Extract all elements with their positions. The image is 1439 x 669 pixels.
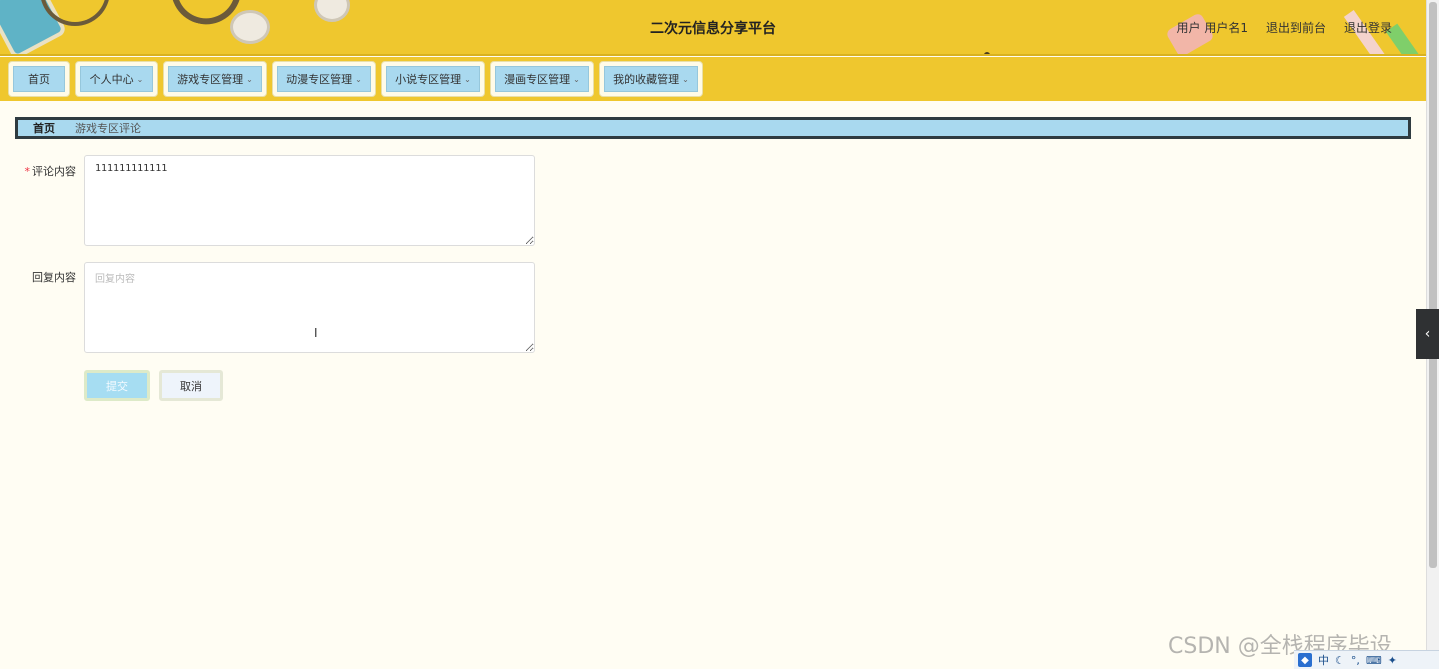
logout-link[interactable]: 退出登录 xyxy=(1344,19,1392,36)
nav-item-inner: 首页 xyxy=(13,66,65,92)
user-role-label: 用户 xyxy=(1176,21,1201,35)
chevron-left-icon[interactable]: ‹ xyxy=(1416,309,1439,359)
cancel-button[interactable]: 取消 xyxy=(159,370,223,401)
decorative-dot xyxy=(984,52,990,54)
back-to-front-link[interactable]: 退出到前台 xyxy=(1266,19,1326,36)
breadcrumb-current: 游戏专区评论 xyxy=(75,122,141,135)
chevron-down-icon: ⌄ xyxy=(464,74,471,84)
punctuation-icon[interactable]: °, xyxy=(1351,654,1360,667)
header-banner: 二次元信息分享平台 用户 用户名1 退出到前台 退出登录 xyxy=(0,0,1426,56)
nav-item-favorites[interactable]: 我的收藏管理 ⌄ xyxy=(599,61,703,97)
nav-item-label: 我的收藏管理 xyxy=(613,73,680,86)
nav-item-label: 个人中心 xyxy=(89,73,134,86)
chevron-down-icon: ⌄ xyxy=(136,74,144,84)
chevron-down-icon: ⌄ xyxy=(355,74,362,84)
nav-item-personal-center[interactable]: 个人中心 ⌄ xyxy=(75,61,158,97)
nav-item-label: 小说专区管理 xyxy=(395,73,462,86)
main-nav: 首页 个人中心 ⌄ 游戏专区管理 ⌄ 动漫专区管理 ⌄ 小说专区管理 ⌄ 漫画专区管理 ⌄… xyxy=(0,57,1426,101)
settings-icon[interactable]: ✦ xyxy=(1388,654,1397,667)
breadcrumb: 首页 游戏专区评论 xyxy=(15,117,1411,139)
nav-item-inner: 小说专区管理 ⌄ xyxy=(386,66,480,92)
text-cursor-icon: I xyxy=(314,326,318,340)
nav-item-novel-zone[interactable]: 小说专区管理 ⌄ xyxy=(381,61,485,97)
nav-item-label: 漫画专区管理 xyxy=(504,73,571,86)
breadcrumb-home[interactable]: 首页 xyxy=(33,120,55,136)
ime-logo-icon[interactable]: ◆ xyxy=(1298,653,1312,667)
user-info: 用户 用户名1 xyxy=(1176,19,1247,36)
nav-item-comic-zone[interactable]: 漫画专区管理 ⌄ xyxy=(490,61,594,97)
nav-item-inner: 漫画专区管理 ⌄ xyxy=(495,66,589,92)
nav-item-label: 游戏专区管理 xyxy=(177,73,244,86)
nav-item-home[interactable]: 首页 xyxy=(8,61,70,97)
nav-item-inner: 游戏专区管理 ⌄ xyxy=(168,66,262,92)
scrollbar-thumb[interactable] xyxy=(1429,2,1437,568)
chevron-down-icon: ⌄ xyxy=(246,74,253,84)
username: 用户名1 xyxy=(1204,21,1248,35)
submit-button[interactable]: 提交 xyxy=(84,370,150,401)
comment-textarea[interactable] xyxy=(84,155,535,246)
nav-item-inner: 我的收藏管理 ⌄ xyxy=(604,66,698,92)
nav-item-game-zone[interactable]: 游戏专区管理 ⌄ xyxy=(163,61,267,97)
comment-label-text: 评论内容 xyxy=(32,165,76,178)
nav-item-inner: 动漫专区管理 ⌄ xyxy=(277,66,371,92)
nav-item-label: 动漫专区管理 xyxy=(286,73,353,86)
moon-icon[interactable]: ☾ xyxy=(1335,654,1345,667)
reply-label: 回复内容 xyxy=(32,271,76,284)
nav-item-inner: 个人中心 ⌄ xyxy=(80,66,153,92)
nav-item-label: 首页 xyxy=(28,73,50,86)
system-tray: ◆ 中 ☾ °, ⌨ ✦ xyxy=(1294,650,1439,669)
user-links: 用户 用户名1 退出到前台 退出登录 xyxy=(1176,19,1392,36)
required-asterisk: * xyxy=(24,165,31,178)
chevron-down-icon: ⌄ xyxy=(573,74,580,84)
ime-mode-indicator[interactable]: 中 xyxy=(1318,652,1329,668)
keyboard-icon[interactable]: ⌨ xyxy=(1366,654,1382,667)
chevron-down-icon: ⌄ xyxy=(682,74,689,84)
comment-label: * 评论内容 xyxy=(20,163,77,179)
nav-item-anime-zone[interactable]: 动漫专区管理 ⌄ xyxy=(272,61,376,97)
reply-textarea[interactable] xyxy=(84,262,535,353)
